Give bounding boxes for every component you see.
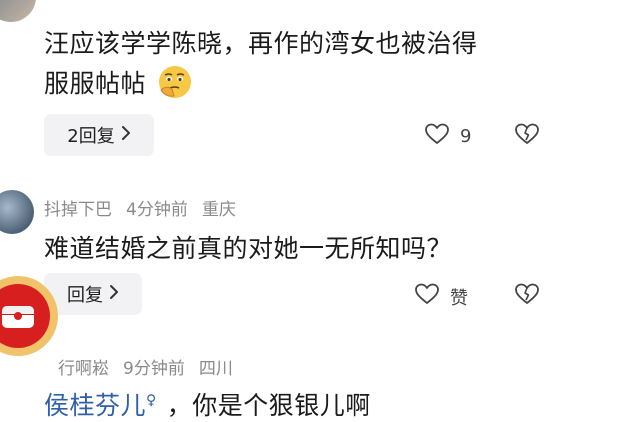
comment-3-mention-badge: ♀ xyxy=(146,392,157,409)
comment-1-text-line-2: 服服帖帖 xyxy=(44,64,194,104)
comment-2-reply-button[interactable]: 回复 xyxy=(44,273,142,315)
comment-3-meta: 行啊崧 9分钟前 四川 xyxy=(58,354,247,379)
comment-2-location: 重庆 xyxy=(201,200,236,220)
comment-3-time: 9分钟前 xyxy=(123,359,185,379)
comment-2-like-label: 赞 xyxy=(450,287,468,309)
thinking-face-emoji-icon xyxy=(156,63,194,101)
heart-outline-icon xyxy=(424,122,450,151)
comment-2-like-button[interactable]: 赞 xyxy=(414,282,468,311)
comment-3-text: 侯桂芬儿♀ ，你是个狠银儿啊 xyxy=(44,386,371,422)
comment-2-username[interactable]: 抖掉下巴 xyxy=(44,200,112,220)
comment-2-dislike-button[interactable] xyxy=(514,282,540,310)
comment-1-text-line-2-content: 服服帖帖 xyxy=(44,69,147,98)
avatar-comment-2[interactable] xyxy=(0,190,34,234)
comment-1-like-button[interactable]: 9 xyxy=(424,122,471,151)
comment-1-text-line-1: 汪应该学学陈晓，再作的湾女也被治得 xyxy=(44,29,478,58)
comment-2-meta: 抖掉下巴 4分钟前 重庆 xyxy=(44,195,250,220)
chevron-right-icon xyxy=(109,284,119,305)
comment-1-replies-button[interactable]: 2回复 xyxy=(44,114,154,156)
comment-1-replies-label: 2回复 xyxy=(67,126,115,147)
comment-2-reply-label: 回复 xyxy=(67,285,103,306)
comment-2-text: 难道结婚之前真的对她一无所知吗？ xyxy=(44,234,453,263)
chevron-right-icon xyxy=(121,125,131,146)
comment-1-dislike-button[interactable] xyxy=(514,122,540,150)
comment-3-username[interactable]: 行啊崧 xyxy=(58,359,109,379)
comment-2-time: 4分钟前 xyxy=(126,200,188,220)
comment-3-mention[interactable]: 侯桂芬儿 xyxy=(44,391,146,420)
comment-1-like-count: 9 xyxy=(460,126,472,147)
comment-3-text-content: ，你是个狠银儿啊 xyxy=(166,391,371,420)
avatar-comment-1[interactable] xyxy=(0,0,36,22)
comment-3-location: 四川 xyxy=(198,359,233,379)
heart-outline-icon xyxy=(414,282,440,311)
broken-heart-icon xyxy=(514,283,540,310)
broken-heart-icon xyxy=(514,123,540,150)
